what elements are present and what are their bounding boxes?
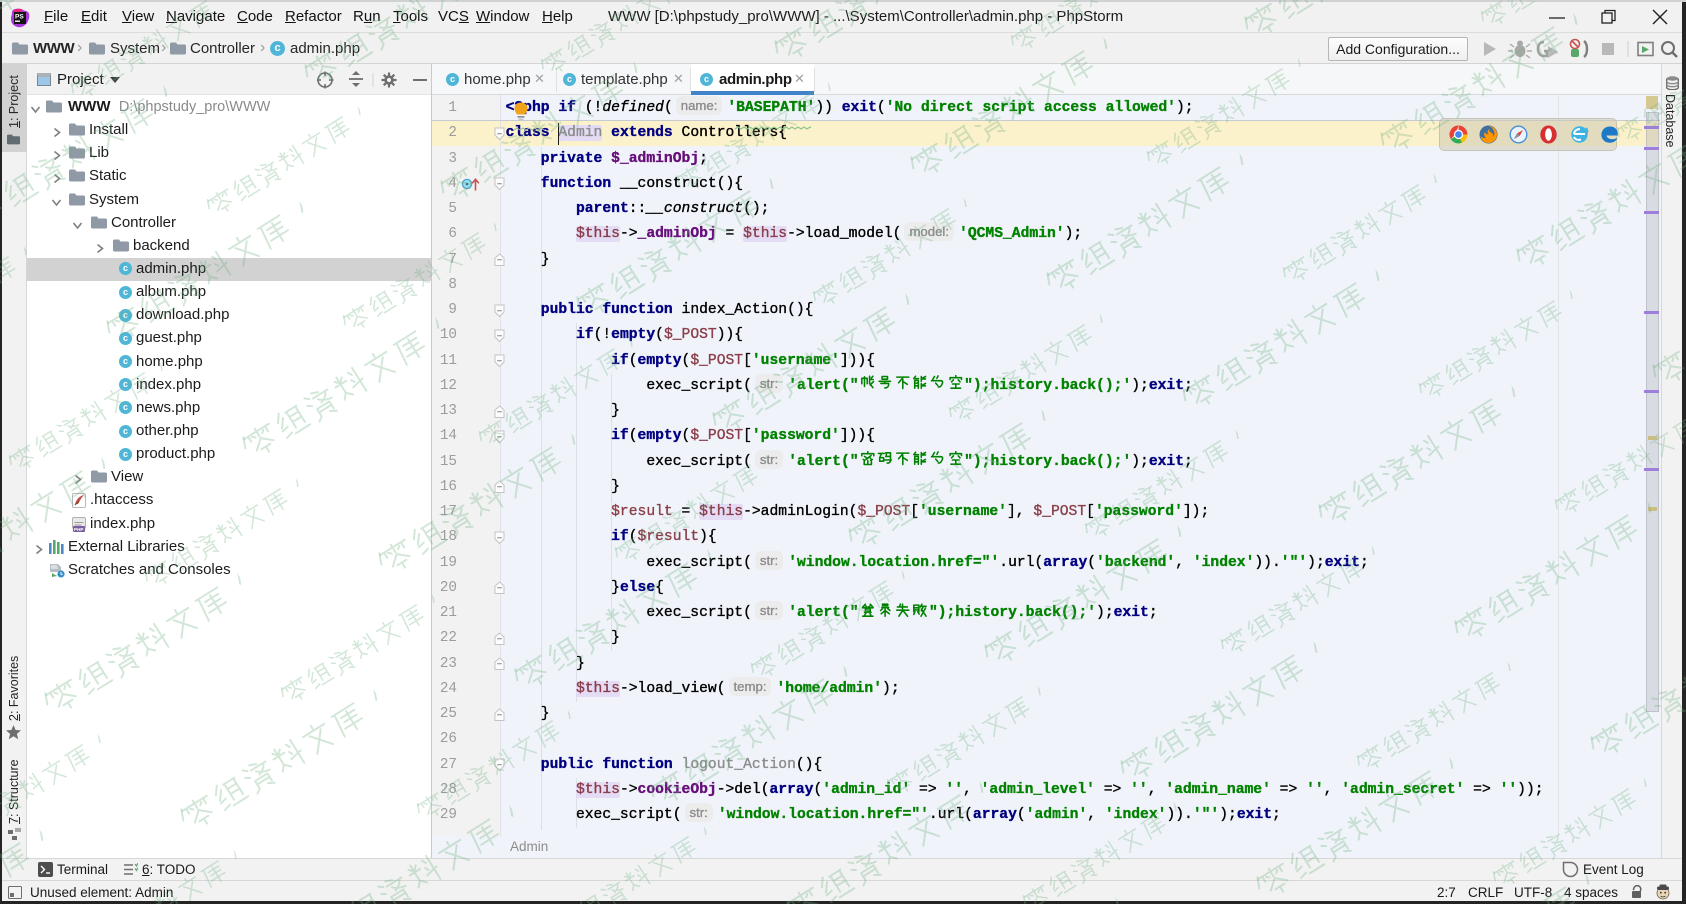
svg-text:PS: PS	[15, 14, 24, 21]
svg-text:PHP: PHP	[74, 527, 83, 532]
